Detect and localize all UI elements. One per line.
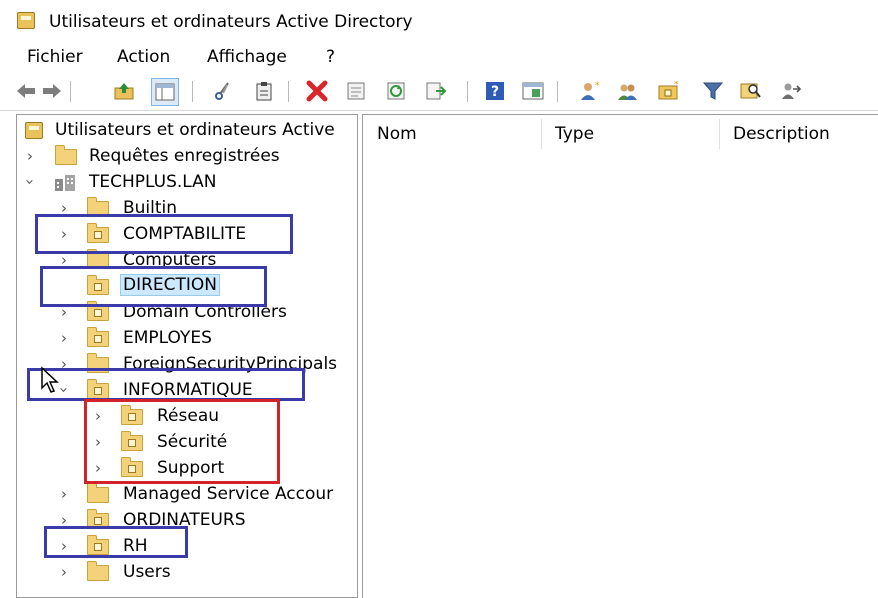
chevron-right-icon[interactable]: › (23, 147, 37, 165)
svg-text:*: * (674, 81, 679, 90)
delegate-icon[interactable] (780, 80, 802, 102)
delete-icon[interactable] (306, 80, 328, 102)
find-icon[interactable] (740, 80, 762, 102)
menu-bar: Fichier Action Affichage ? (0, 42, 878, 72)
mouse-cursor-icon (41, 366, 59, 393)
tree-root-label: Utilisateurs et ordinateurs Active (55, 120, 335, 140)
ad-app-icon (17, 12, 35, 29)
new-ou-icon[interactable]: * (657, 80, 679, 102)
tree-item-managed-service-accounts[interactable]: › Managed Service Accour (17, 483, 357, 507)
tree-item-label: TECHPLUS.LAN (89, 172, 217, 192)
show-hide-tree-icon[interactable] (151, 78, 179, 106)
tree-item-employes[interactable]: › EMPLOYES (17, 327, 357, 351)
annotation-box-rh (44, 526, 188, 558)
tree-item-domain[interactable]: › TECHPLUS.LAN (17, 171, 357, 195)
tree-item-label: EMPLOYES (123, 328, 212, 348)
forward-arrow-icon[interactable] (41, 80, 63, 102)
ou-folder-icon (87, 301, 109, 321)
list-pane[interactable]: Nom Type Description (362, 114, 878, 598)
folder-icon (55, 145, 77, 165)
menu-affichage[interactable]: Affichage (207, 47, 287, 67)
filter-icon[interactable] (702, 80, 724, 102)
annotation-box-comptabilite (35, 214, 293, 254)
domain-icon (55, 175, 75, 191)
properties-icon[interactable] (345, 80, 367, 102)
ou-folder-icon (87, 327, 109, 347)
tree-root[interactable]: Utilisateurs et ordinateurs Active (21, 119, 357, 143)
folder-icon (87, 483, 109, 503)
tree-item-saved-queries[interactable]: › Requêtes enregistrées (17, 145, 357, 169)
help-icon[interactable]: ? (484, 80, 506, 102)
tree-item-label: Requêtes enregistrées (89, 146, 280, 166)
export-list-icon[interactable] (425, 80, 447, 102)
annotation-box-direction (40, 266, 267, 307)
cut-icon[interactable] (212, 80, 234, 102)
menu-action[interactable]: Action (117, 47, 170, 67)
chevron-right-icon[interactable]: › (57, 563, 71, 581)
chevron-down-icon[interactable]: › (21, 175, 39, 189)
window-title: Utilisateurs et ordinateurs Active Direc… (49, 12, 413, 32)
column-header-description[interactable]: Description (719, 115, 877, 153)
tree-item-label: Managed Service Accour (123, 484, 334, 504)
svg-text:?: ? (491, 84, 499, 100)
menu-help[interactable]: ? (326, 47, 335, 67)
title-bar: Utilisateurs et ordinateurs Active Direc… (0, 0, 878, 42)
console-view-icon[interactable] (522, 80, 544, 102)
menu-fichier[interactable]: Fichier (27, 47, 83, 67)
refresh-icon[interactable] (385, 80, 407, 102)
annotation-box-sub-ous (84, 399, 280, 484)
tree-item-label: Users (123, 562, 171, 582)
chevron-right-icon[interactable]: › (57, 329, 71, 347)
column-header-type[interactable]: Type (541, 115, 719, 153)
new-user-icon[interactable]: * (578, 80, 600, 102)
paste-icon[interactable] (253, 80, 275, 102)
annotation-box-informatique (27, 368, 305, 401)
ad-root-icon (25, 122, 43, 139)
chevron-right-icon[interactable]: › (57, 485, 71, 503)
up-folder-icon[interactable] (113, 80, 135, 102)
svg-text:*: * (595, 81, 600, 91)
tree-item-users[interactable]: › Users (17, 561, 357, 585)
toolbar: ? * * (0, 72, 878, 111)
column-header-nom[interactable]: Nom (363, 115, 541, 153)
folder-icon (87, 561, 109, 581)
new-group-icon[interactable] (617, 80, 639, 102)
back-arrow-icon[interactable] (15, 80, 37, 102)
